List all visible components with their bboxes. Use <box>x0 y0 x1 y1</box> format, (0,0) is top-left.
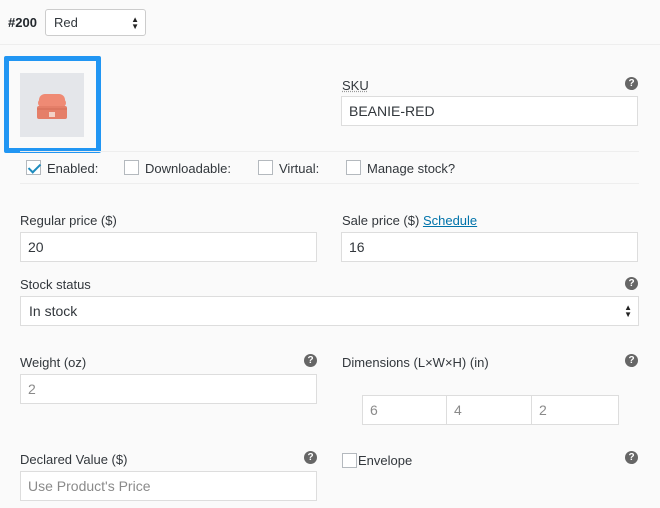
manage-stock-checkbox[interactable] <box>346 160 361 175</box>
options-top-divider <box>20 151 639 152</box>
weight-input[interactable]: 2 <box>20 374 317 404</box>
regular-price-input[interactable]: 20 <box>20 232 317 262</box>
dimensions-label: Dimensions (L×W×H) (in) <box>342 355 489 370</box>
declared-value-input[interactable]: Use Product's Price <box>20 471 317 501</box>
stock-status-select[interactable]: In stock ▲ ▼ <box>20 296 639 326</box>
options-bottom-divider <box>20 183 639 184</box>
select-arrows-icon: ▲ ▼ <box>131 14 139 31</box>
downloadable-label: Downloadable: <box>145 161 232 176</box>
variation-attribute-select[interactable]: Red ▲ ▼ <box>45 9 146 36</box>
stock-status-label: Stock status <box>20 277 91 292</box>
envelope-label: Envelope <box>358 453 413 468</box>
envelope-checkbox[interactable] <box>342 453 357 468</box>
regular-price-label: Regular price ($) <box>20 213 117 228</box>
virtual-label: Virtual: <box>279 161 320 176</box>
length-input[interactable]: 6 <box>362 395 447 425</box>
downloadable-checkbox[interactable] <box>124 160 139 175</box>
header-divider <box>0 44 660 45</box>
variation-attribute-value: Red <box>54 15 78 30</box>
envelope-help-icon[interactable]: ? <box>625 451 638 464</box>
sale-price-input[interactable]: 16 <box>341 232 638 262</box>
width-input[interactable]: 4 <box>446 395 532 425</box>
virtual-checkbox[interactable] <box>258 160 273 175</box>
declared-value-label: Declared Value ($) <box>20 452 128 467</box>
stock-status-value: In stock <box>29 303 78 319</box>
enabled-label: Enabled: <box>47 161 99 176</box>
weight-help-icon[interactable]: ? <box>304 354 317 367</box>
select-arrows-icon: ▲ ▼ <box>624 303 632 319</box>
variation-image-button[interactable] <box>20 73 84 137</box>
weight-label: Weight (oz) <box>20 355 87 370</box>
height-input[interactable]: 2 <box>531 395 619 425</box>
sale-price-label: Sale price ($) <box>342 213 420 228</box>
manage-stock-label: Manage stock? <box>367 161 456 176</box>
sku-input[interactable]: BEANIE-RED <box>341 96 638 126</box>
variation-number: #200 <box>8 15 37 30</box>
sku-label: SKU <box>342 78 369 93</box>
sku-help-icon[interactable]: ? <box>625 77 638 90</box>
stock-status-help-icon[interactable]: ? <box>625 277 638 290</box>
enabled-checkbox[interactable] <box>26 160 41 175</box>
declared-value-help-icon[interactable]: ? <box>304 451 317 464</box>
beanie-hat-icon <box>37 94 67 119</box>
dimensions-help-icon[interactable]: ? <box>625 354 638 367</box>
sale-price-label-group: Sale price ($) Schedule <box>342 213 477 228</box>
schedule-link[interactable]: Schedule <box>423 213 477 228</box>
